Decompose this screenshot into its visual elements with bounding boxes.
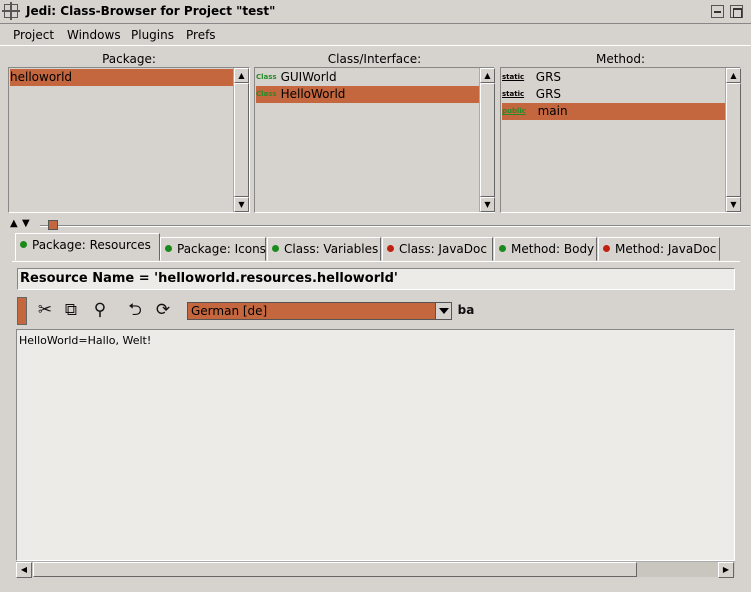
class-item-label: GUIWorld bbox=[280, 70, 337, 84]
class-item-label: HelloWorld bbox=[280, 87, 346, 101]
tab-package-resources[interactable]: Package: Resources bbox=[15, 233, 160, 261]
status-dot-green bbox=[165, 245, 172, 252]
tab-label: Method: Body bbox=[511, 242, 595, 256]
scroll-up-arrow-icon[interactable]: ▲ bbox=[234, 68, 249, 83]
package-list[interactable]: helloworld ▲ ▼ bbox=[8, 67, 250, 213]
class-item-helloworld[interactable]: Class HelloWorld bbox=[256, 86, 479, 103]
scroll-up-arrow-icon[interactable]: ▲ bbox=[726, 68, 741, 83]
toolbar-grip[interactable] bbox=[17, 297, 27, 325]
maximize-button[interactable] bbox=[730, 5, 743, 18]
collapse-up-icon[interactable]: ▲ bbox=[10, 218, 18, 229]
tab-class-javadoc[interactable]: Class: JavaDoc bbox=[382, 237, 493, 261]
scroll-up-arrow-icon[interactable]: ▲ bbox=[480, 68, 495, 83]
splitter-handle[interactable] bbox=[48, 220, 58, 230]
tab-label: Package: Icons bbox=[177, 242, 266, 256]
tab-class-variables[interactable]: Class: Variables bbox=[267, 237, 381, 261]
language-select[interactable]: German [de] bbox=[187, 302, 452, 320]
method-panel-title: Method: bbox=[595, 52, 646, 66]
status-dot-green bbox=[272, 245, 279, 252]
resource-editor[interactable]: HelloWorld=Hallo, Welt! bbox=[16, 329, 735, 561]
method-item-label: GRS bbox=[535, 87, 562, 101]
class-panel-title: Class/Interface: bbox=[327, 52, 422, 66]
chevron-down-icon[interactable] bbox=[435, 303, 451, 319]
scroll-down-arrow-icon[interactable]: ▼ bbox=[480, 197, 495, 212]
menu-bar: Project Windows Plugins Prefs bbox=[0, 24, 751, 46]
modifier-tag: static bbox=[502, 73, 525, 81]
class-tag: Class bbox=[256, 73, 277, 81]
method-scrollbar[interactable]: ▲ ▼ bbox=[725, 68, 741, 212]
tab-label: Class: Variables bbox=[284, 242, 379, 256]
redo-icon[interactable]: ⟳ bbox=[152, 299, 174, 321]
menu-project[interactable]: Project bbox=[13, 28, 54, 42]
modifier-tag: static bbox=[502, 90, 525, 98]
package-item-label: helloworld bbox=[10, 70, 73, 84]
title-bar: Jedi: Class-Browser for Project "test" bbox=[0, 0, 751, 24]
cut-icon[interactable]: ✂ bbox=[34, 299, 56, 321]
menu-plugins[interactable]: Plugins bbox=[131, 28, 174, 42]
copy-icon[interactable]: ⧉ bbox=[60, 299, 82, 321]
scroll-down-arrow-icon[interactable]: ▼ bbox=[726, 197, 741, 212]
package-panel-title: Package: bbox=[102, 52, 156, 66]
method-item-grs[interactable]: static GRS bbox=[502, 69, 725, 86]
resize-grip[interactable] bbox=[740, 577, 750, 591]
class-scrollbar[interactable]: ▲ ▼ bbox=[479, 68, 495, 212]
scroll-left-arrow-icon[interactable]: ◀ bbox=[16, 562, 32, 578]
tab-label: Class: JavaDoc bbox=[399, 242, 487, 256]
minimize-button[interactable] bbox=[711, 5, 724, 18]
scroll-thumb[interactable] bbox=[726, 83, 741, 197]
translate-icon[interactable]: ba bbox=[455, 299, 477, 321]
method-list[interactable]: static GRS static GRS public main ▲ ▼ bbox=[500, 67, 741, 213]
scroll-thumb[interactable] bbox=[234, 83, 249, 197]
scroll-thumb[interactable] bbox=[33, 562, 637, 577]
scroll-right-arrow-icon[interactable]: ▶ bbox=[718, 562, 734, 578]
modifier-tag: public bbox=[502, 107, 526, 115]
editor-content: HelloWorld=Hallo, Welt! bbox=[19, 334, 152, 347]
splitter-line bbox=[40, 225, 750, 227]
editor-hscrollbar[interactable]: ◀ ▶ bbox=[16, 561, 735, 578]
tab-method-javadoc[interactable]: Method: JavaDoc bbox=[598, 237, 720, 261]
status-dot-green bbox=[20, 241, 27, 248]
undo-icon[interactable]: ⮌ bbox=[124, 299, 146, 321]
status-dot-red bbox=[387, 245, 394, 252]
paste-icon[interactable]: ⚲ bbox=[89, 299, 111, 321]
tab-label: Method: JavaDoc bbox=[615, 242, 717, 256]
tab-method-body[interactable]: Method: Body bbox=[494, 237, 597, 261]
package-item-helloworld[interactable]: helloworld bbox=[10, 69, 233, 86]
status-dot-red bbox=[603, 245, 610, 252]
tab-divider bbox=[12, 261, 740, 262]
window-menu-icon[interactable] bbox=[2, 2, 20, 20]
scroll-thumb[interactable] bbox=[480, 83, 495, 197]
method-item-grs[interactable]: static GRS bbox=[502, 86, 725, 103]
status-dot-green bbox=[499, 245, 506, 252]
window-title: Jedi: Class-Browser for Project "test" bbox=[26, 4, 276, 18]
tab-package-icons[interactable]: Package: Icons bbox=[160, 237, 266, 261]
class-item-guiworld[interactable]: Class GUIWorld bbox=[256, 69, 479, 86]
menu-windows[interactable]: Windows bbox=[67, 28, 121, 42]
package-scrollbar[interactable]: ▲ ▼ bbox=[233, 68, 249, 212]
method-item-label: GRS bbox=[535, 70, 562, 84]
language-select-value: German [de] bbox=[191, 304, 268, 318]
method-item-main[interactable]: public main bbox=[502, 103, 725, 120]
class-list[interactable]: Class GUIWorld Class HelloWorld ▲ ▼ bbox=[254, 67, 495, 213]
method-item-label: main bbox=[537, 104, 568, 118]
menu-prefs[interactable]: Prefs bbox=[186, 28, 216, 42]
collapse-down-icon[interactable]: ▼ bbox=[22, 218, 30, 229]
resource-name-field: Resource Name = 'helloworld.resources.he… bbox=[17, 268, 735, 290]
tab-label: Package: Resources bbox=[32, 238, 151, 252]
class-tag: Class bbox=[256, 90, 277, 98]
scroll-down-arrow-icon[interactable]: ▼ bbox=[234, 197, 249, 212]
